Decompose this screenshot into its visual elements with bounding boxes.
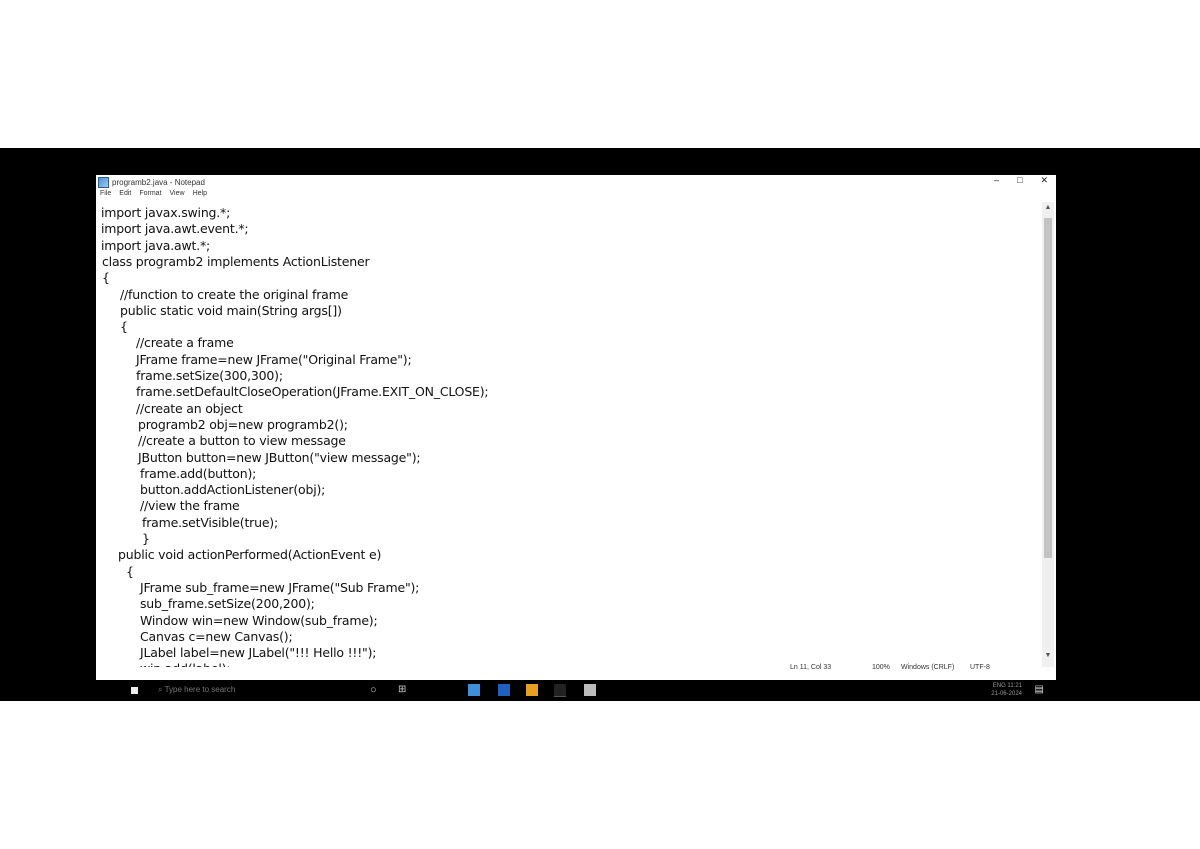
code-line: JButton button=new JButton("view message… xyxy=(138,449,421,465)
code-line: import javax.swing.*; xyxy=(101,205,231,220)
encoding: UTF-8 xyxy=(970,664,990,671)
menu-view[interactable]: View xyxy=(170,190,185,202)
code-line: frame.setDefaultCloseOperation(JFrame.EX… xyxy=(136,384,489,400)
window-title: programb2.java - Notepad xyxy=(112,177,205,187)
notepad-window: programb2.java - Notepad – □ ✕ File Edit… xyxy=(96,175,1056,680)
code-line: //create a button to view message xyxy=(138,433,346,449)
code-line: import java.awt.event.*; xyxy=(101,221,249,237)
app-taskbar-icon[interactable] xyxy=(498,684,510,696)
terminal-icon[interactable] xyxy=(554,684,566,697)
clock-date[interactable]: 21-06-2024 xyxy=(991,691,1022,697)
language-indicator[interactable]: ENG xyxy=(993,683,1006,689)
code-line: frame.setSize(300,300); xyxy=(136,368,283,383)
code-line: //create an object xyxy=(136,400,243,416)
scroll-thumb[interactable] xyxy=(1044,218,1052,558)
close-button[interactable]: ✕ xyxy=(1040,175,1048,186)
system-tray: ENG 11:21 21-06-2024 xyxy=(991,682,1022,698)
notification-icon[interactable]: ▤ xyxy=(1035,684,1044,695)
code-line: } xyxy=(142,531,150,546)
task-view-icon[interactable]: ⊞ xyxy=(398,684,410,696)
menu-file[interactable]: File xyxy=(100,190,111,202)
text-editor-area[interactable]: import javax.swing.*; import java.awt.eve… xyxy=(96,202,1041,667)
menu-format[interactable]: Format xyxy=(139,190,161,202)
code-line: JFrame sub_frame=new JFrame("Sub Frame")… xyxy=(140,579,420,595)
clock-time[interactable]: 11:21 xyxy=(1007,683,1022,689)
menu-help[interactable]: Help xyxy=(193,190,207,202)
scroll-up-arrow-icon[interactable]: ▲ xyxy=(1043,204,1053,214)
code-line: Canvas c=new Canvas(); xyxy=(140,628,293,644)
code-line: class programb2 implements ActionListene… xyxy=(102,253,370,269)
maximize-button[interactable]: □ xyxy=(1017,175,1022,186)
taskbar-search[interactable]: ⌕ Type here to search xyxy=(158,685,235,695)
cortana-icon[interactable]: ○ xyxy=(370,684,382,696)
windows-start-icon[interactable] xyxy=(130,686,139,695)
code-line: frame.setVisible(true); xyxy=(142,514,278,530)
code-line: { xyxy=(102,270,110,286)
menu-bar: File Edit Format View Help xyxy=(100,190,207,202)
scroll-down-arrow-icon[interactable]: ▼ xyxy=(1043,652,1053,662)
zoom-level: 100% xyxy=(872,664,890,671)
title-bar: programb2.java - Notepad – □ ✕ xyxy=(96,175,1056,189)
file-explorer-icon[interactable] xyxy=(526,684,538,696)
code-line: frame.add(button); xyxy=(140,465,257,481)
menu-edit[interactable]: Edit xyxy=(119,190,131,202)
code-line: { xyxy=(120,319,128,335)
cursor-position: Ln 11, Col 33 xyxy=(790,664,832,671)
vertical-scrollbar[interactable]: ▲ ▼ xyxy=(1042,202,1054,667)
code-line: Window win=new Window(sub_frame); xyxy=(140,612,378,628)
notepad-taskbar-icon[interactable] xyxy=(468,684,480,696)
search-placeholder: Type here to search xyxy=(164,685,236,694)
code-line: public void actionPerformed(ActionEvent … xyxy=(118,547,382,563)
minimize-button[interactable]: – xyxy=(994,175,999,186)
code-line: button.addActionListener(obj); xyxy=(140,482,326,498)
code-line: //view the frame xyxy=(140,498,240,514)
code-line: //function to create the original frame xyxy=(120,286,349,302)
code-line: JFrame frame=new JFrame("Original Frame"… xyxy=(136,351,412,367)
line-ending: Windows (CRLF) xyxy=(901,664,955,671)
code-line: sub_frame.setSize(200,200); xyxy=(140,596,315,612)
code-line: //create a frame xyxy=(136,335,234,351)
code-line: JLabel label=new JLabel("!!! Hello !!!")… xyxy=(140,645,377,661)
status-bar: Ln 11, Col 33 100% Windows (CRLF) UTF-8 xyxy=(96,662,1056,676)
code-line: { xyxy=(126,563,134,579)
code-line: public static void main(String args[]) xyxy=(120,302,342,318)
code-line: import java.awt.*; xyxy=(101,237,211,253)
notepad-icon xyxy=(98,176,109,188)
code-line: programb2 obj=new programb2(); xyxy=(138,416,348,432)
java-app-icon[interactable] xyxy=(584,684,596,696)
taskbar: ⌕ Type here to search ○ ⊞ ENG 11:21 21-0… xyxy=(96,680,1056,700)
